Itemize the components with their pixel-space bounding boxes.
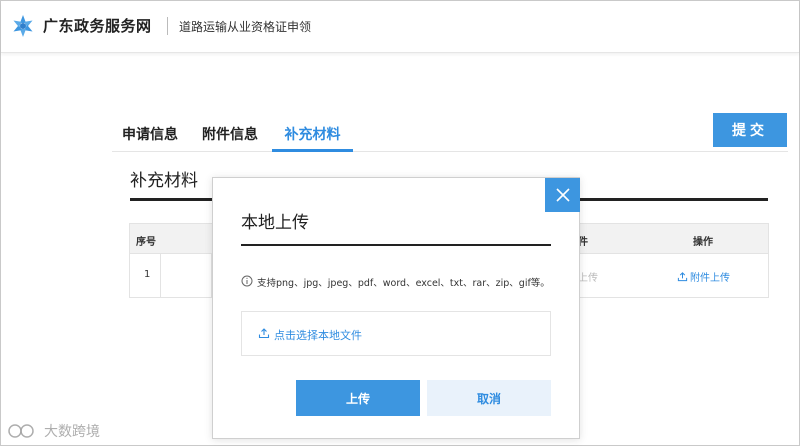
file-picker-label: 点击选择本地文件	[274, 329, 362, 342]
attachment-upload-label: 附件上传	[690, 273, 730, 284]
row-number: 1	[144, 269, 151, 280]
attachment-upload-link[interactable]: 附件上传	[677, 269, 730, 284]
file-picker[interactable]: 点击选择本地文件	[241, 311, 551, 356]
watermark-text: 大数跨境	[44, 424, 100, 440]
site-logo-icon	[13, 15, 33, 37]
close-icon	[555, 188, 570, 202]
header-divider	[167, 17, 168, 35]
upload-icon	[258, 328, 270, 339]
dialog-title: 本地上传	[241, 213, 309, 233]
tab-application-info[interactable]: 申请信息	[122, 124, 178, 152]
tab-supplementary-materials[interactable]: 补充材料	[272, 124, 353, 152]
service-title: 道路运输从业资格证申领	[179, 20, 312, 34]
upload-status: 上传	[578, 273, 598, 284]
tab-attachment-info[interactable]: 附件信息	[202, 124, 258, 152]
material-name-cell	[160, 254, 212, 297]
local-upload-dialog: 本地上传 支持png、jpg、jpeg、pdf、word、excel、txt、r…	[212, 177, 580, 439]
upload-icon	[677, 272, 688, 282]
file-type-hint: 支持png、jpg、jpeg、pdf、word、excel、txt、rar、zi…	[257, 278, 550, 289]
section-title: 补充材料	[130, 171, 198, 191]
tab-bar: 申请信息 附件信息 补充材料	[112, 120, 788, 152]
upload-button[interactable]: 上传	[296, 380, 420, 416]
column-header-no: 序号	[136, 237, 156, 248]
site-header: 广东政务服务网 道路运输从业资格证申领	[1, 1, 799, 53]
info-icon	[241, 275, 253, 287]
submit-button[interactable]: 提交	[713, 113, 787, 147]
column-header-operation: 操作	[693, 237, 713, 248]
cancel-button[interactable]: 取消	[427, 380, 551, 416]
close-button[interactable]	[545, 178, 580, 212]
watermark-logo-icon	[8, 424, 34, 438]
dialog-divider	[241, 244, 551, 246]
site-name[interactable]: 广东政务服务网	[43, 15, 152, 36]
watermark: 大数跨境	[8, 421, 100, 441]
